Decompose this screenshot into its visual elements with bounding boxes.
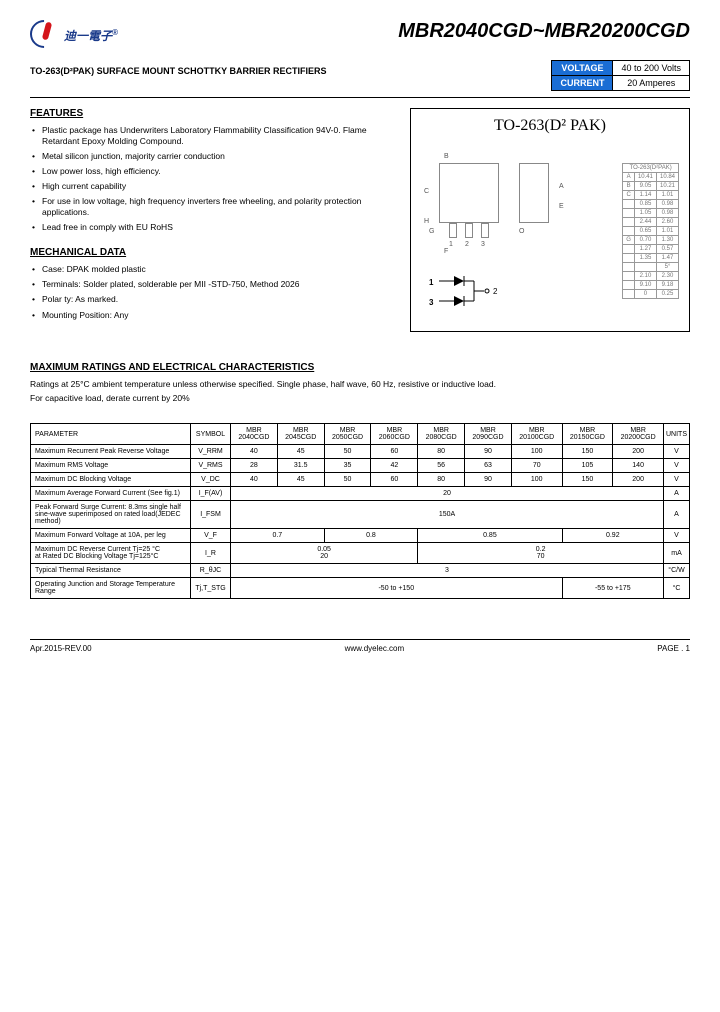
diode-symbol-icon: 1 3 2 [429, 273, 509, 313]
dimension-table: TO-263(D²PAK)A10.4110.84B9.0510.21C1.141… [622, 163, 679, 299]
footer: Apr.2015-REV.00 www.dyelec.com PAGE . 1 [30, 639, 690, 653]
mechanical-item: Mounting Position: Any [42, 310, 390, 321]
part-number-title: MBR2040CGD~MBR20200CGD [398, 20, 690, 43]
ratings-note-1: Ratings at 25°C ambient temperature unle… [30, 379, 690, 389]
divider [30, 97, 690, 98]
product-subtitle: TO-263(D²PAK) SURFACE MOUNT SCHOTTKY BAR… [30, 60, 551, 76]
left-column: FEATURES Plastic package has Underwriter… [30, 108, 390, 332]
datasheet-page: 迪一電子® MBR2040CGD~MBR20200CGD TO-263(D²PA… [0, 0, 720, 673]
current-label: CURRENT [552, 76, 613, 91]
current-value: 20 Amperes [613, 76, 690, 91]
ratings-note-2: For capacitive load, derate current by 2… [30, 393, 690, 403]
company-logo: 迪一電子® [30, 20, 118, 50]
feature-item: Plastic package has Underwriters Laborat… [42, 125, 390, 147]
voltage-value: 40 to 200 Volts [613, 61, 690, 76]
page-number: PAGE . 1 [657, 644, 690, 653]
voltage-current-box: VOLTAGE 40 to 200 Volts CURRENT 20 Amper… [551, 60, 690, 91]
mechanical-item: Terminals: Solder plated, solderable per… [42, 279, 390, 290]
svg-text:1: 1 [429, 278, 434, 287]
feature-item: High current capability [42, 181, 390, 192]
company-name: 迪一電子® [64, 27, 118, 44]
feature-item: Metal silicon junction, majority carrier… [42, 151, 390, 162]
parameter-table: PARAMETERSYMBOLMBR 2040CGDMBR 2045CGDMBR… [30, 423, 690, 599]
features-list: Plastic package has Underwriters Laborat… [30, 125, 390, 233]
features-heading: FEATURES [30, 108, 390, 119]
ratings-heading: MAXIMUM RATINGS AND ELECTRICAL CHARACTER… [30, 362, 690, 373]
mechanical-heading: MECHANICAL DATA [30, 247, 390, 258]
mechanical-item: Polar ty: As marked. [42, 294, 390, 305]
package-drawing-box: TO-263(D² PAK) B C 1 2 3 A E O F G H 1 [410, 108, 690, 332]
package-title: TO-263(D² PAK) [419, 117, 681, 135]
voltage-label: VOLTAGE [552, 61, 613, 76]
svg-text:3: 3 [429, 298, 434, 307]
content-columns: FEATURES Plastic package has Underwriter… [30, 108, 690, 332]
website: www.dyelec.com [345, 644, 405, 653]
revision: Apr.2015-REV.00 [30, 644, 92, 653]
feature-item: For use in low voltage, high frequency i… [42, 196, 390, 218]
mechanical-list: Case: DPAK molded plastic Terminals: Sold… [30, 264, 390, 320]
package-diagram: B C 1 2 3 A E O F G H 1 3 [419, 143, 681, 323]
logo-icon [30, 20, 60, 50]
feature-item: Low power loss, high efficiency. [42, 166, 390, 177]
feature-item: Lead free in comply with EU RoHS [42, 222, 390, 233]
subtitle-row: TO-263(D²PAK) SURFACE MOUNT SCHOTTKY BAR… [30, 60, 690, 91]
header: 迪一電子® MBR2040CGD~MBR20200CGD [30, 20, 690, 50]
svg-text:2: 2 [493, 287, 498, 296]
mechanical-item: Case: DPAK molded plastic [42, 264, 390, 275]
